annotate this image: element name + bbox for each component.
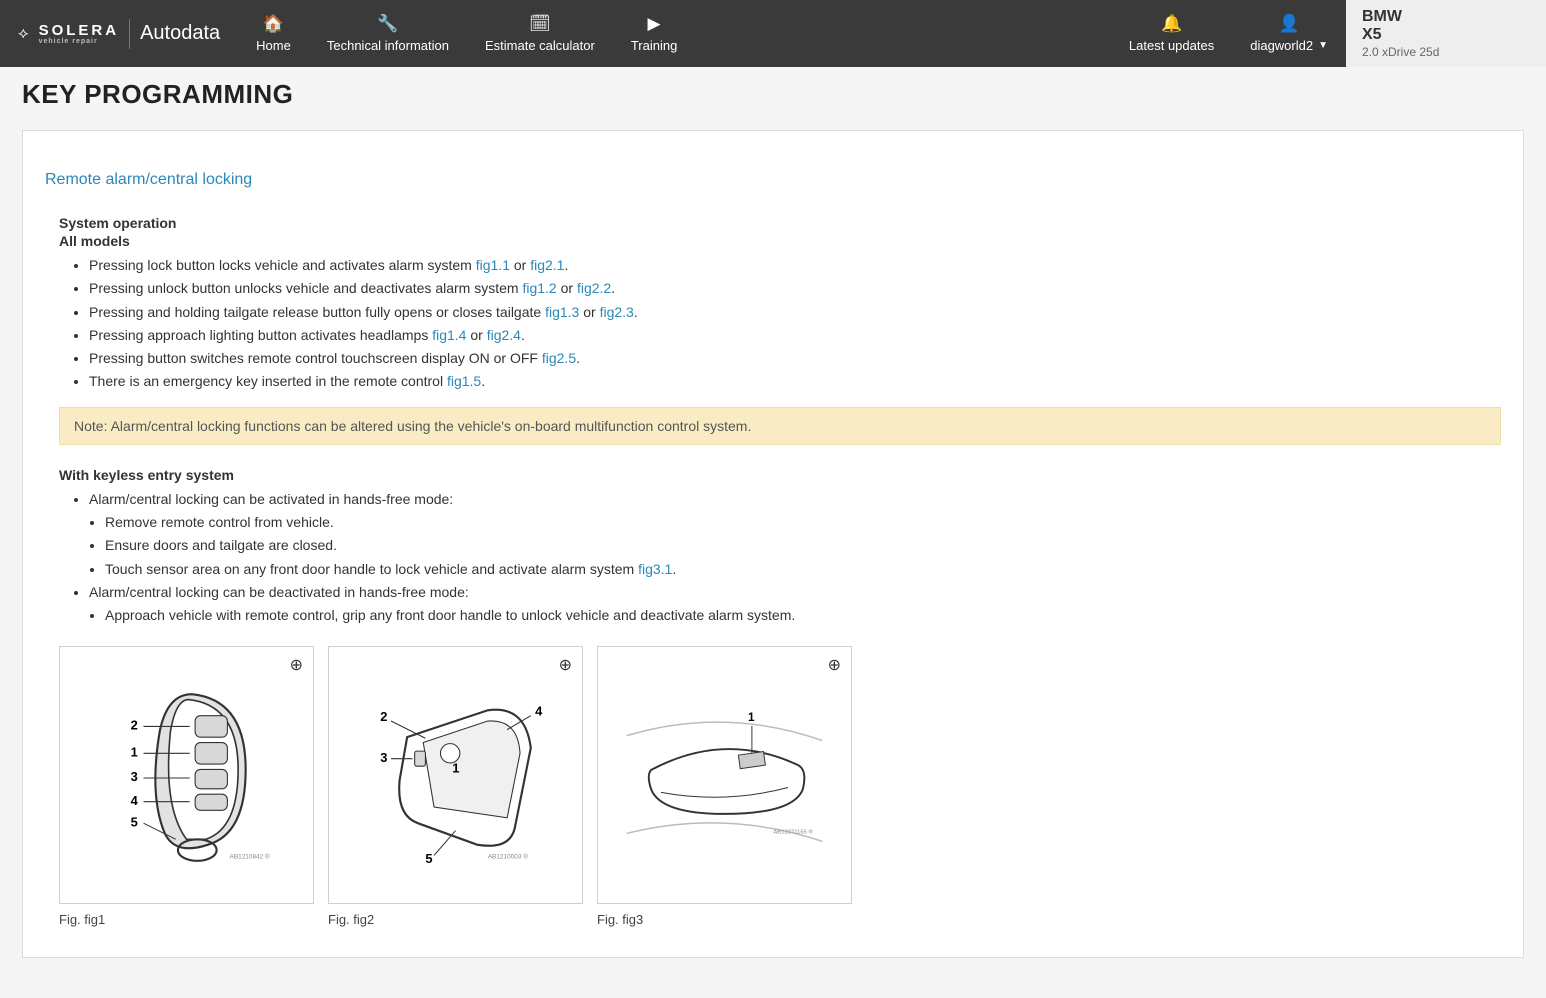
display-key-diagram-icon: 2 3 4 1 5 AB1210003 ® — [348, 666, 563, 884]
figref[interactable]: fig1.1 — [476, 257, 510, 273]
keyless-deactivate-sublist: Approach vehicle with remote control, gr… — [105, 605, 1501, 625]
svg-text:5: 5 — [131, 814, 138, 829]
figref[interactable]: fig2.3 — [600, 304, 634, 320]
nav-est-label: Estimate calculator — [485, 38, 595, 53]
nav-train-label: Training — [631, 38, 677, 53]
zoom-in-icon[interactable]: ⊕ — [290, 655, 303, 675]
svg-text:AB1210842 ®: AB1210842 ® — [230, 852, 270, 860]
figure-3-frame[interactable]: ⊕ 1 AB12371165 ® — [597, 646, 852, 904]
zoom-in-icon[interactable]: ⊕ — [559, 655, 572, 675]
keyless-heading: With keyless entry system — [45, 467, 1501, 483]
right-nav: 🔔 Latest updates 👤 diagworld2 ▼ — [1111, 0, 1346, 67]
content-card: Remote alarm/central locking System oper… — [22, 130, 1524, 958]
door-handle-diagram-icon: 1 AB12371165 ® — [617, 666, 832, 884]
svg-text:AB1210003 ®: AB1210003 ® — [488, 852, 528, 860]
figure-1: ⊕ 2 1 3 4 5 AB1210842 ® — [59, 646, 314, 927]
play-icon: ▶ — [648, 14, 661, 34]
nav-training[interactable]: ▶ Training — [613, 0, 695, 67]
svg-text:2: 2 — [380, 709, 387, 724]
figref[interactable]: fig3.1 — [638, 561, 672, 577]
keyless-activate-sublist: Remove remote control from vehicle. Ensu… — [105, 512, 1501, 579]
nav-estimate-calculator[interactable]: 🗓 Estimate calculator — [467, 0, 613, 67]
list-item: Approach vehicle with remote control, gr… — [105, 605, 1501, 625]
solera-text: SOLERA — [39, 22, 120, 39]
note-box: Note: Alarm/central locking functions ca… — [59, 407, 1501, 445]
topbar: ⟡ SOLERA vehicle repair Autodata 🏠 Home … — [0, 0, 1546, 67]
svg-text:1: 1 — [452, 760, 459, 775]
vehicle-panel[interactable]: BMW X5 2.0 xDrive 25d — [1346, 0, 1546, 67]
figure-1-caption: Fig. fig1 — [59, 912, 314, 927]
page-body: KEY PROGRAMMING Remote alarm/central loc… — [0, 79, 1546, 998]
nav-tech-label: Technical information — [327, 38, 449, 53]
figure-3: ⊕ 1 AB12371165 ® Fig. fig3 — [597, 646, 852, 927]
brand-divider — [129, 19, 130, 49]
solera-logo: SOLERA vehicle repair — [39, 22, 120, 45]
vehicle-trim: 2.0 xDrive 25d — [1362, 45, 1530, 59]
vehicle-make: BMW — [1362, 8, 1530, 26]
svg-text:1: 1 — [131, 744, 138, 759]
list-item: Touch sensor area on any front door hand… — [105, 559, 1501, 579]
figure-2-frame[interactable]: ⊕ 2 3 4 1 5 AB1210003 ® — [328, 646, 583, 904]
figure-2: ⊕ 2 3 4 1 5 AB1210003 ® Fig. fig2 — [328, 646, 583, 927]
chevron-down-icon: ▼ — [1318, 40, 1328, 51]
svg-text:1: 1 — [748, 711, 755, 724]
list-item: Remove remote control from vehicle. — [105, 512, 1501, 532]
nav-spacer — [695, 0, 1111, 67]
figures-row: ⊕ 2 1 3 4 5 AB1210842 ® — [45, 646, 1501, 927]
keyless-list: Alarm/central locking can be activated i… — [89, 489, 1501, 626]
nav-user-label: diagworld2 — [1250, 38, 1313, 53]
key-fob-diagram-icon: 2 1 3 4 5 AB1210842 ® — [79, 666, 294, 884]
zoom-in-icon[interactable]: ⊕ — [828, 655, 841, 675]
solera-subtext: vehicle repair — [39, 38, 98, 45]
main-nav: 🏠 Home 🔧 Technical information 🗓 Estimat… — [238, 0, 695, 67]
list-item: Pressing unlock button unlocks vehicle a… — [89, 278, 1501, 298]
wrench-icon: 🔧 — [377, 14, 398, 34]
list-item: Pressing approach lighting button activa… — [89, 325, 1501, 345]
system-operation-heading: System operation — [45, 215, 1501, 231]
vehicle-model: X5 — [1362, 26, 1530, 44]
figref[interactable]: fig1.4 — [432, 327, 466, 343]
svg-text:4: 4 — [535, 703, 543, 718]
autodata-logo: Autodata — [140, 22, 220, 45]
user-icon: 👤 — [1279, 14, 1300, 34]
figref[interactable]: fig2.4 — [487, 327, 521, 343]
nav-technical-information[interactable]: 🔧 Technical information — [309, 0, 467, 67]
all-models-heading: All models — [45, 233, 1501, 249]
svg-text:AB12371165 ®: AB12371165 ® — [773, 828, 813, 835]
svg-text:2: 2 — [131, 717, 138, 732]
nav-home-label: Home — [256, 38, 291, 53]
figref[interactable]: fig1.5 — [447, 373, 481, 389]
list-item: Ensure doors and tailgate are closed. — [105, 535, 1501, 555]
svg-text:4: 4 — [131, 793, 139, 808]
figure-2-caption: Fig. fig2 — [328, 912, 583, 927]
list-item: Pressing button switches remote control … — [89, 348, 1501, 368]
system-operation-list: Pressing lock button locks vehicle and a… — [89, 255, 1501, 392]
list-item: There is an emergency key inserted in th… — [89, 371, 1501, 391]
list-item: Alarm/central locking can be deactivated… — [89, 582, 1501, 626]
svg-text:3: 3 — [131, 769, 138, 784]
calculator-icon: 🗓 — [529, 14, 551, 34]
figure-1-frame[interactable]: ⊕ 2 1 3 4 5 AB1210842 ® — [59, 646, 314, 904]
svg-text:3: 3 — [380, 750, 387, 765]
nav-latest-label: Latest updates — [1129, 38, 1214, 53]
list-item: Pressing and holding tailgate release bu… — [89, 302, 1501, 322]
nav-home[interactable]: 🏠 Home — [238, 0, 309, 67]
figref[interactable]: fig2.1 — [530, 257, 564, 273]
list-item: Pressing lock button locks vehicle and a… — [89, 255, 1501, 275]
bell-icon: 🔔 — [1161, 14, 1182, 34]
nav-user-menu[interactable]: 👤 diagworld2 ▼ — [1232, 0, 1346, 67]
svg-text:5: 5 — [425, 851, 432, 866]
home-icon: 🏠 — [263, 14, 284, 34]
section-heading-link[interactable]: Remote alarm/central locking — [45, 171, 252, 188]
page-title: KEY PROGRAMMING — [22, 79, 1524, 110]
figure-3-caption: Fig. fig3 — [597, 912, 852, 927]
figref[interactable]: fig2.5 — [542, 350, 576, 366]
nav-latest-updates[interactable]: 🔔 Latest updates — [1111, 0, 1232, 67]
list-item: Alarm/central locking can be activated i… — [89, 489, 1501, 579]
figref[interactable]: fig1.2 — [522, 280, 556, 296]
figref[interactable]: fig1.3 — [545, 304, 579, 320]
figref[interactable]: fig2.2 — [577, 280, 611, 296]
brand-block: ⟡ SOLERA vehicle repair Autodata — [0, 0, 238, 67]
solera-glyph-icon: ⟡ — [18, 25, 29, 43]
